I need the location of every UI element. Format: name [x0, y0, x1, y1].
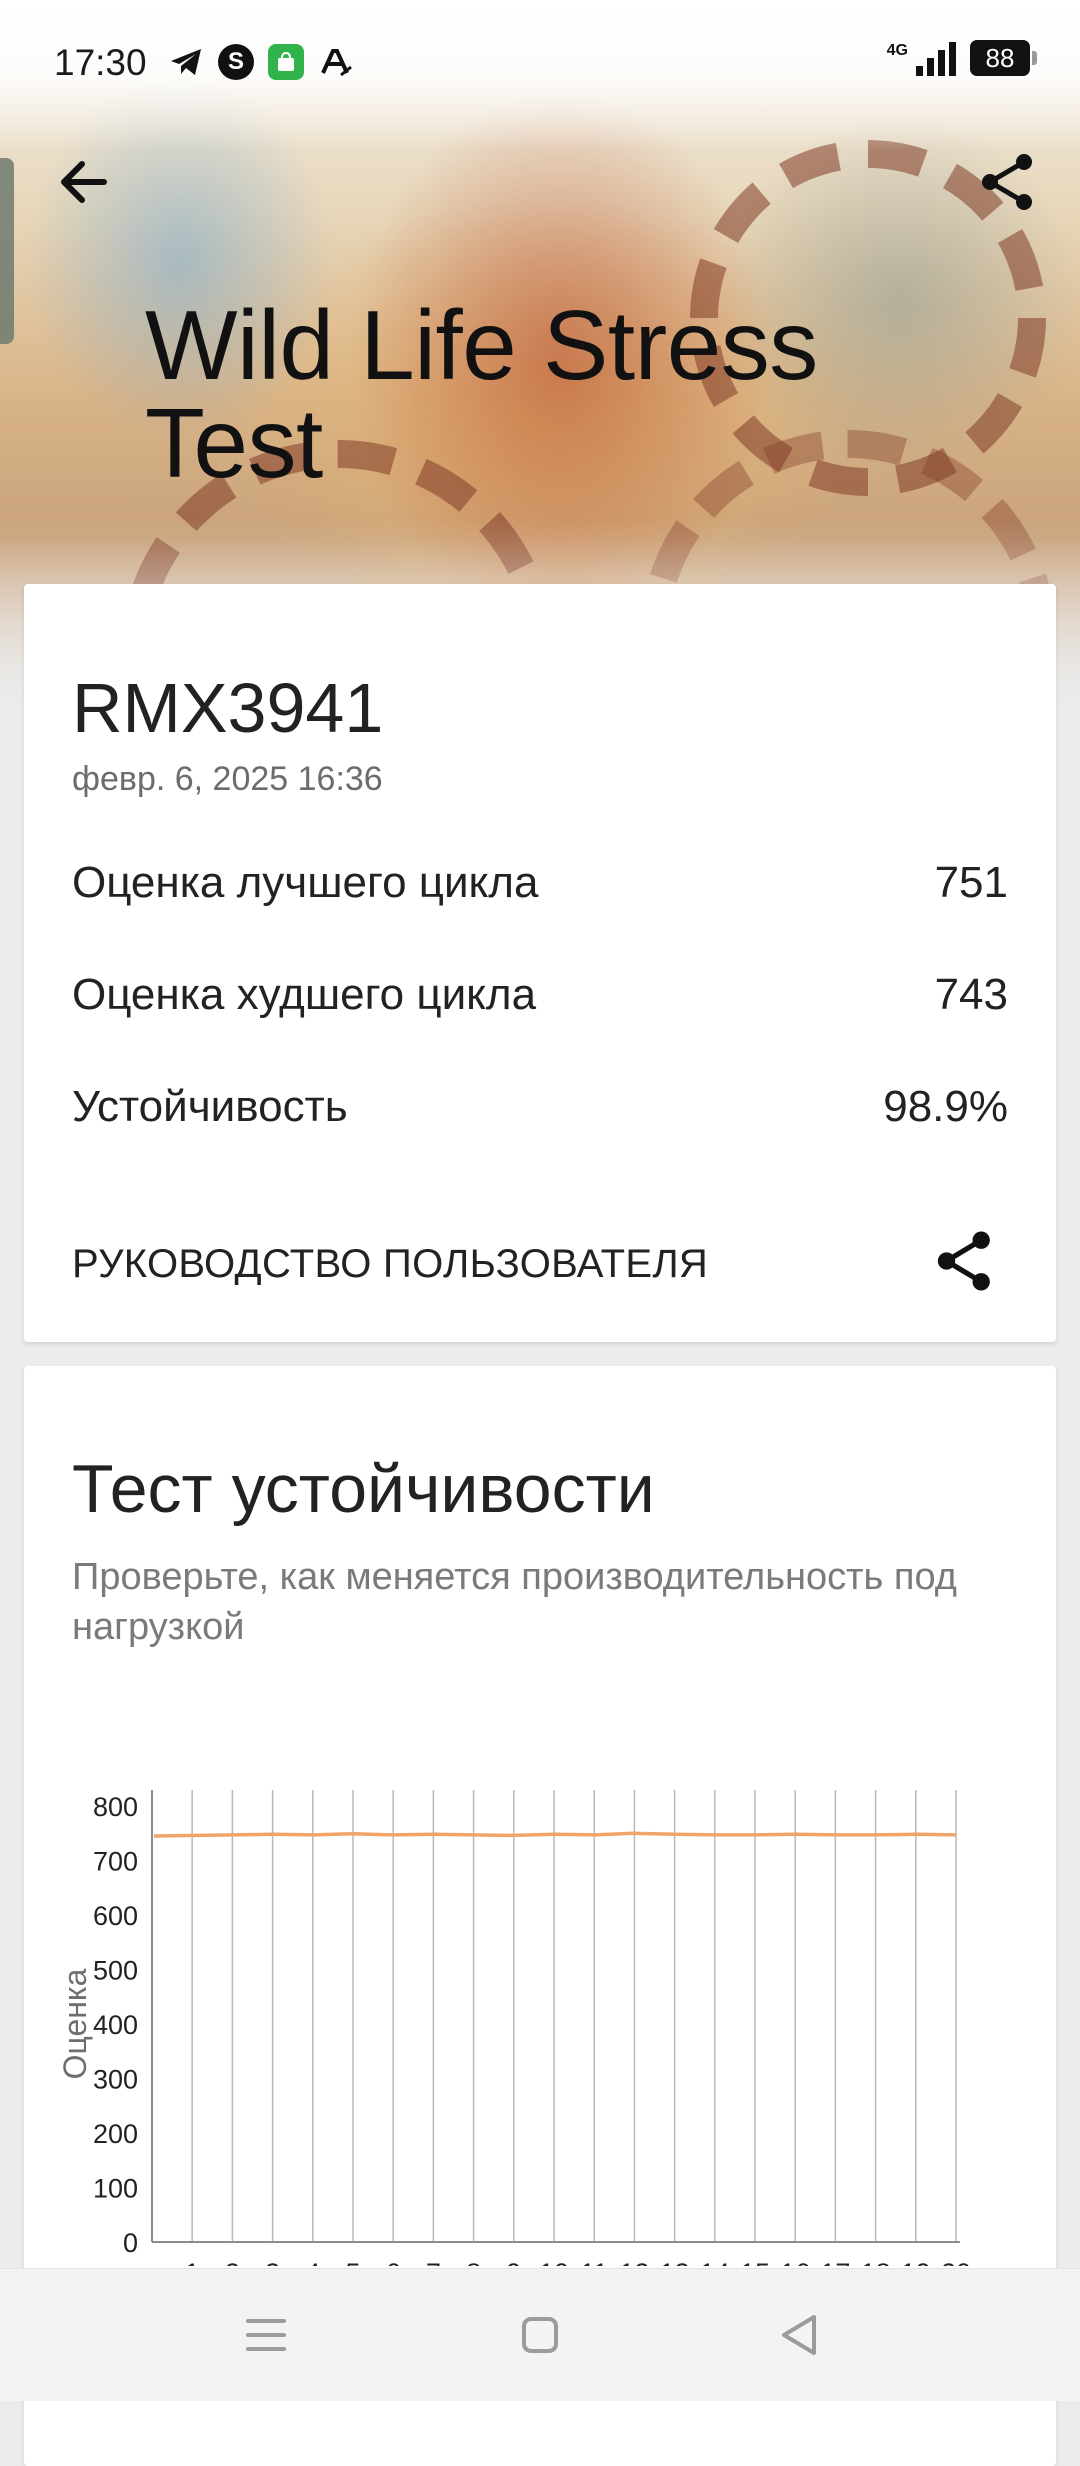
- stability-chart: 0100200300400500600700800123456789101112…: [57, 1790, 971, 2266]
- share-button[interactable]: [976, 150, 1040, 214]
- back-button[interactable]: [52, 150, 116, 214]
- edge-panel-handle[interactable]: [0, 158, 14, 344]
- page-title: Wild Life Stress Test: [145, 290, 818, 498]
- x-tick-label: 6: [386, 2258, 401, 2266]
- worst-loop-value: 743: [934, 970, 1008, 1019]
- x-tick-label: 20: [941, 2258, 971, 2266]
- x-tick-label: 10: [539, 2258, 569, 2266]
- user-guide-link[interactable]: РУКОВОДСТВО ПОЛЬЗОВАТЕЛЯ: [72, 1242, 708, 1287]
- x-tick-label: 11: [580, 2258, 608, 2266]
- telegram-icon: [168, 44, 204, 80]
- x-tick-label: 7: [426, 2258, 441, 2266]
- home-icon: [522, 2317, 558, 2353]
- shop-icon: [268, 44, 304, 80]
- home-button[interactable]: [510, 2305, 570, 2365]
- y-tick-label: 400: [93, 2010, 138, 2040]
- x-tick-label: 16: [780, 2258, 810, 2266]
- share-icon: [937, 1231, 990, 1291]
- x-tick-label: 8: [466, 2258, 481, 2266]
- series-line: [153, 1831, 957, 1838]
- best-loop-row: Оценка лучшего цикла 751: [72, 858, 1008, 908]
- best-loop-label: Оценка лучшего цикла: [72, 858, 539, 907]
- arrow-left-icon: [61, 161, 107, 203]
- x-tick-label: 12: [619, 2258, 649, 2266]
- back-nav-button[interactable]: [770, 2305, 830, 2365]
- recents-button[interactable]: [236, 2305, 296, 2365]
- x-tick-label: 9: [506, 2258, 521, 2266]
- battery-level: 88: [985, 42, 1015, 73]
- y-tick-label: 600: [93, 1901, 138, 1931]
- x-tick-label: 2: [225, 2258, 240, 2266]
- status-bar: 17:30 S 4G 88: [0, 0, 1080, 120]
- stability-label: Устойчивость: [72, 1082, 348, 1131]
- x-tick-label: 4: [305, 2258, 320, 2266]
- worst-loop-label: Оценка худшего цикла: [72, 970, 537, 1019]
- share-icon: [982, 154, 1032, 210]
- result-card: RMX3941 февр. 6, 2025 16:36 Оценка лучше…: [24, 584, 1056, 1342]
- x-tick-label: 1: [185, 2258, 200, 2266]
- y-tick-label: 300: [93, 2065, 138, 2095]
- back-triangle-icon: [782, 2315, 816, 2355]
- device-name: RMX3941: [72, 669, 384, 747]
- x-tick-label: 19: [901, 2258, 931, 2266]
- x-tick-label: 14: [700, 2258, 730, 2266]
- best-loop-value: 751: [934, 858, 1008, 907]
- x-tick-label: 5: [345, 2258, 360, 2266]
- system-status: 4G 88: [886, 40, 1037, 76]
- y-tick-label: 100: [93, 2174, 138, 2204]
- x-tick-label: 15: [740, 2258, 770, 2266]
- stability-value: 98.9%: [883, 1082, 1008, 1131]
- menu-icon: [246, 2319, 286, 2351]
- y-axis-label: Оценка: [57, 1968, 93, 2079]
- battery-icon: 88: [970, 40, 1037, 76]
- x-tick-label: 3: [265, 2258, 280, 2266]
- share-result-button[interactable]: [928, 1224, 1002, 1298]
- y-tick-label: 800: [93, 1792, 138, 1822]
- stability-row: Устойчивость 98.9%: [72, 1082, 1008, 1132]
- network-type: 4G: [886, 42, 908, 59]
- x-tick-label: 17: [820, 2258, 850, 2266]
- notification-icons: S: [168, 44, 354, 80]
- status-time: 17:30: [54, 42, 147, 83]
- worst-loop-row: Оценка худшего цикла 743: [72, 970, 1008, 1020]
- y-tick-label: 500: [93, 1956, 138, 1986]
- y-tick-label: 700: [93, 1847, 138, 1877]
- y-tick-label: 200: [93, 2119, 138, 2149]
- navigation-bar: [0, 2268, 1080, 2401]
- x-tick-label: 18: [861, 2258, 891, 2266]
- y-tick-label: 0: [123, 2228, 138, 2258]
- signal-icon: [916, 40, 956, 76]
- test-date: февр. 6, 2025 16:36: [72, 760, 383, 798]
- font-app-icon: [318, 44, 354, 80]
- x-tick-label: 13: [660, 2258, 690, 2266]
- skype-icon: S: [218, 44, 254, 80]
